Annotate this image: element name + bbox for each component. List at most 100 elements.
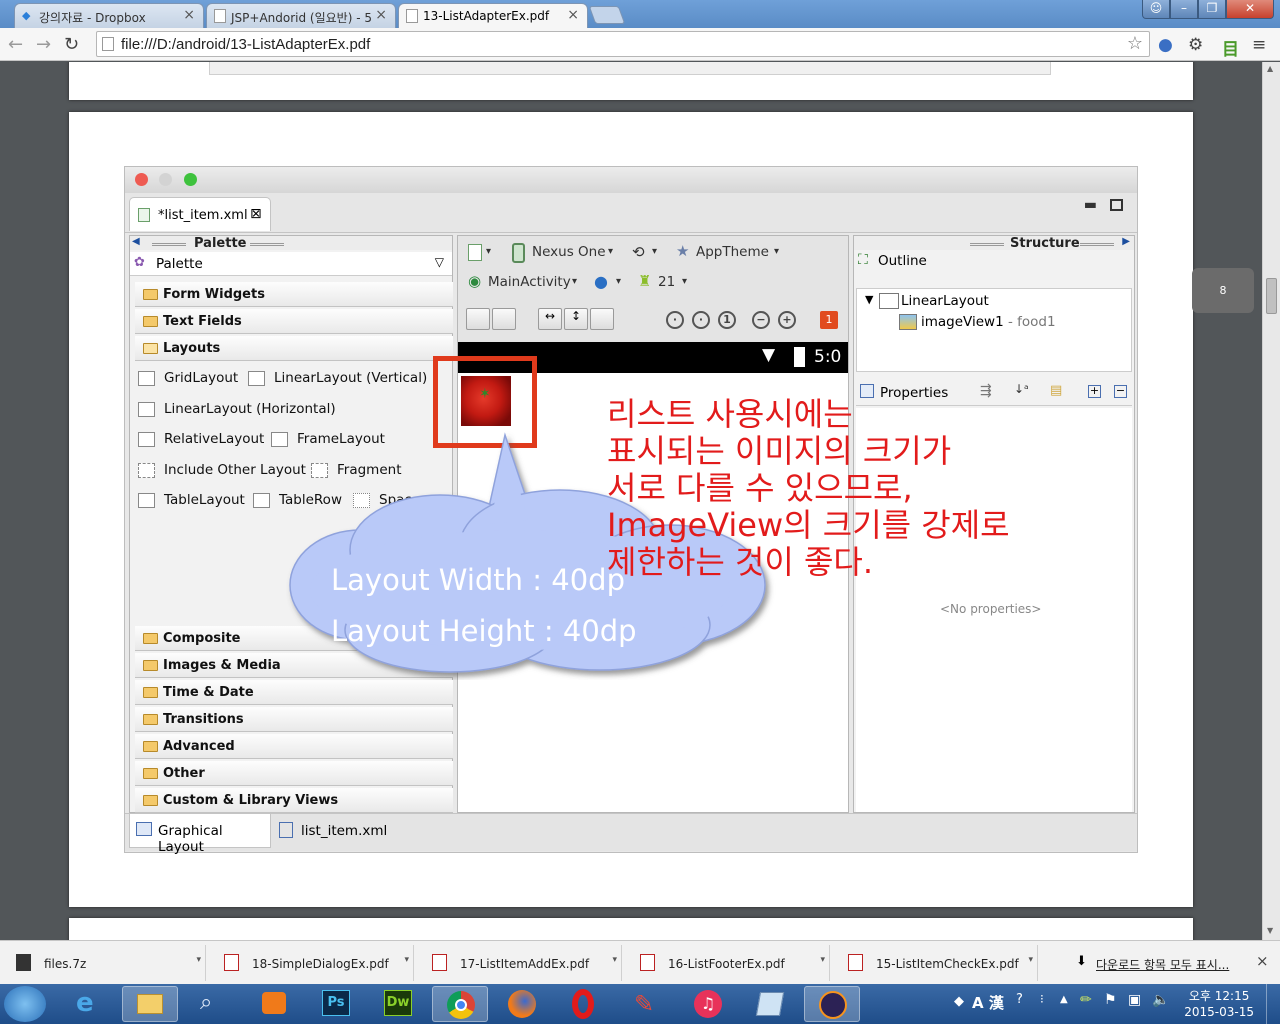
chevron-down-icon[interactable]: ▾	[196, 955, 201, 965]
reload-icon[interactable]: ↻	[64, 34, 79, 55]
palette-category-form-widgets: Form Widgets	[135, 282, 453, 307]
ie-icon[interactable]: e	[60, 986, 116, 1022]
show-desktop-button[interactable]	[1266, 984, 1280, 1024]
download-item-18[interactable]: 18-SimpleDialogEx.pdf ▾	[212, 945, 414, 981]
vertical-scrollbar[interactable]: ▲ ▼	[1262, 62, 1280, 940]
cloud-line-width: Layout Width : 40dp	[331, 563, 625, 597]
star-icon[interactable]: ☆	[1127, 33, 1143, 54]
callout-text: 리스트 사용시에는 표시되는 이미지의 크기가 서로 다를 수 있으므로, Im…	[607, 396, 1010, 581]
config-file-icon	[468, 244, 482, 261]
user-icon[interactable]: ☺	[1142, 0, 1170, 19]
start-orb-icon[interactable]	[4, 986, 46, 1022]
opera-icon[interactable]	[556, 986, 612, 1022]
paint-tool-icon[interactable]: ✎	[618, 986, 674, 1022]
back-icon[interactable]: ←	[8, 34, 23, 55]
tray-pen-icon[interactable]: ✏	[1080, 992, 1092, 1008]
sort-az-icon: ↓ᵃ	[1014, 382, 1029, 396]
browser-tab-pdf[interactable]: 13-ListAdapterEx.pdf ×	[398, 3, 588, 28]
chrome-icon[interactable]	[432, 986, 488, 1022]
chevron-down-icon[interactable]: ▾	[820, 955, 825, 965]
structure-header: Structure	[1010, 236, 1080, 251]
zoom-fit-icon: ·	[666, 311, 684, 329]
address-bar[interactable]: file:///D:/android/13-ListAdapterEx.pdf …	[96, 31, 1150, 57]
itunes-icon[interactable]: ♫	[680, 986, 736, 1022]
pdf-file-icon	[848, 954, 863, 971]
close-dot-icon	[135, 173, 148, 186]
explorer-icon[interactable]	[122, 986, 178, 1022]
close-shelf-icon[interactable]: ×	[1256, 952, 1269, 970]
firefox-icon[interactable]	[494, 986, 550, 1022]
extension-icon[interactable]: 目	[1222, 35, 1239, 60]
ime-indicator[interactable]: A 漢	[972, 992, 1004, 1013]
media-player-icon[interactable]	[246, 986, 302, 1022]
taskbar-clock[interactable]: 오후 12:15 2015-03-15	[1184, 988, 1254, 1020]
gear-icon[interactable]: ⚙	[1188, 35, 1203, 55]
search-tool-icon[interactable]: ⌕	[184, 986, 240, 1022]
tab-title: JSP+Andorid (일요반) - 5	[231, 11, 372, 25]
menu-icon[interactable]: ≡	[1252, 35, 1266, 55]
help-icon[interactable]: ?	[1016, 992, 1023, 1007]
weights-icon	[590, 308, 614, 330]
editor-tabbar: ▬	[125, 193, 1137, 233]
photoshop-icon[interactable]: Ps	[308, 986, 364, 1022]
chevron-down-icon[interactable]: ▾	[404, 955, 409, 965]
chevron-down-icon: ▾	[608, 246, 614, 257]
download-item-15[interactable]: 15-ListItemCheckEx.pdf ▾	[836, 945, 1038, 981]
collapse-left-icon: ◀	[132, 236, 140, 247]
chevron-down-icon: ▾	[616, 276, 622, 287]
download-item-16[interactable]: 16-ListFooterEx.pdf ▾	[628, 945, 830, 981]
tab-label: Graphical Layout	[158, 823, 223, 855]
category-label: Other	[163, 766, 205, 781]
scroll-down-icon[interactable]: ▼	[1267, 926, 1273, 935]
category-label: Text Fields	[163, 314, 242, 329]
new-tab-button[interactable]	[588, 6, 626, 24]
download-name: files.7z	[44, 957, 87, 971]
app-label: Dw	[384, 990, 412, 1016]
minimize-button[interactable]: –	[1170, 0, 1198, 19]
close-tab-icon[interactable]: ×	[183, 7, 195, 23]
flag-icon[interactable]: ⚑	[1104, 992, 1117, 1008]
grip-icon	[250, 243, 284, 246]
tray-expand-icon[interactable]: ▲	[1060, 994, 1068, 1005]
editor-bottom-tabbar: Graphical Layout list_item.xml	[125, 813, 1137, 855]
network-icon[interactable]: ▣	[1128, 992, 1141, 1008]
close-tab-icon[interactable]: ×	[567, 7, 579, 23]
close-tab-icon[interactable]: ×	[375, 7, 387, 23]
chevron-down-icon[interactable]: ▾	[612, 955, 617, 965]
chevron-down-icon[interactable]: ▾	[1028, 955, 1033, 965]
download-name: 17-ListItemAddEx.pdf	[460, 957, 590, 971]
volume-icon[interactable]: 🔈	[1152, 992, 1169, 1008]
settings-icon[interactable]: ⁝	[1040, 992, 1044, 1006]
folder-icon	[143, 768, 158, 779]
notebook-icon[interactable]	[742, 986, 798, 1022]
clock-time: 오후 12:15	[1188, 989, 1250, 1003]
language-bar-icon[interactable]: ◆	[954, 994, 964, 1009]
dreamweaver-icon[interactable]: Dw	[370, 986, 426, 1022]
restore-button[interactable]: ❐	[1198, 0, 1226, 19]
collapse-all-icon: −	[1114, 384, 1127, 398]
download-name: 16-ListFooterEx.pdf	[668, 957, 785, 971]
browser-tab-dropbox[interactable]: ◆ 강의자료 - Dropbox ×	[14, 3, 204, 28]
category-label: Time & Date	[163, 685, 254, 700]
xml-file-icon	[138, 208, 150, 222]
eclipse-icon[interactable]	[804, 986, 860, 1022]
category-label: Composite	[163, 631, 241, 646]
locale-globe-icon: ●	[594, 272, 608, 291]
tree-node-linearlayout: LinearLayout	[901, 293, 989, 309]
maximize-view-icon	[1110, 199, 1123, 211]
palette-header-bar: ◀ Palette	[130, 236, 452, 251]
download-item-files7z[interactable]: files.7z ▾	[4, 945, 206, 981]
download-name: 18-SimpleDialogEx.pdf	[252, 957, 389, 971]
globe-icon[interactable]: ●	[1158, 35, 1173, 55]
item-label: LinearLayout (Horizontal)	[164, 401, 336, 417]
include-icon	[138, 463, 155, 478]
show-all-downloads-link[interactable]: 다운로드 항목 모두 표시...	[1096, 956, 1229, 973]
page-icon	[102, 37, 114, 51]
close-window-button[interactable]: ✕	[1226, 0, 1274, 19]
forward-icon[interactable]: →	[36, 34, 51, 55]
scroll-up-icon[interactable]: ▲	[1267, 64, 1273, 73]
scrollbar-thumb[interactable]	[1266, 278, 1277, 314]
collapse-right-icon: ▶	[1122, 236, 1130, 247]
browser-tab-jsp[interactable]: JSP+Andorid (일요반) - 5 ×	[206, 3, 396, 28]
download-item-17[interactable]: 17-ListItemAddEx.pdf ▾	[420, 945, 622, 981]
